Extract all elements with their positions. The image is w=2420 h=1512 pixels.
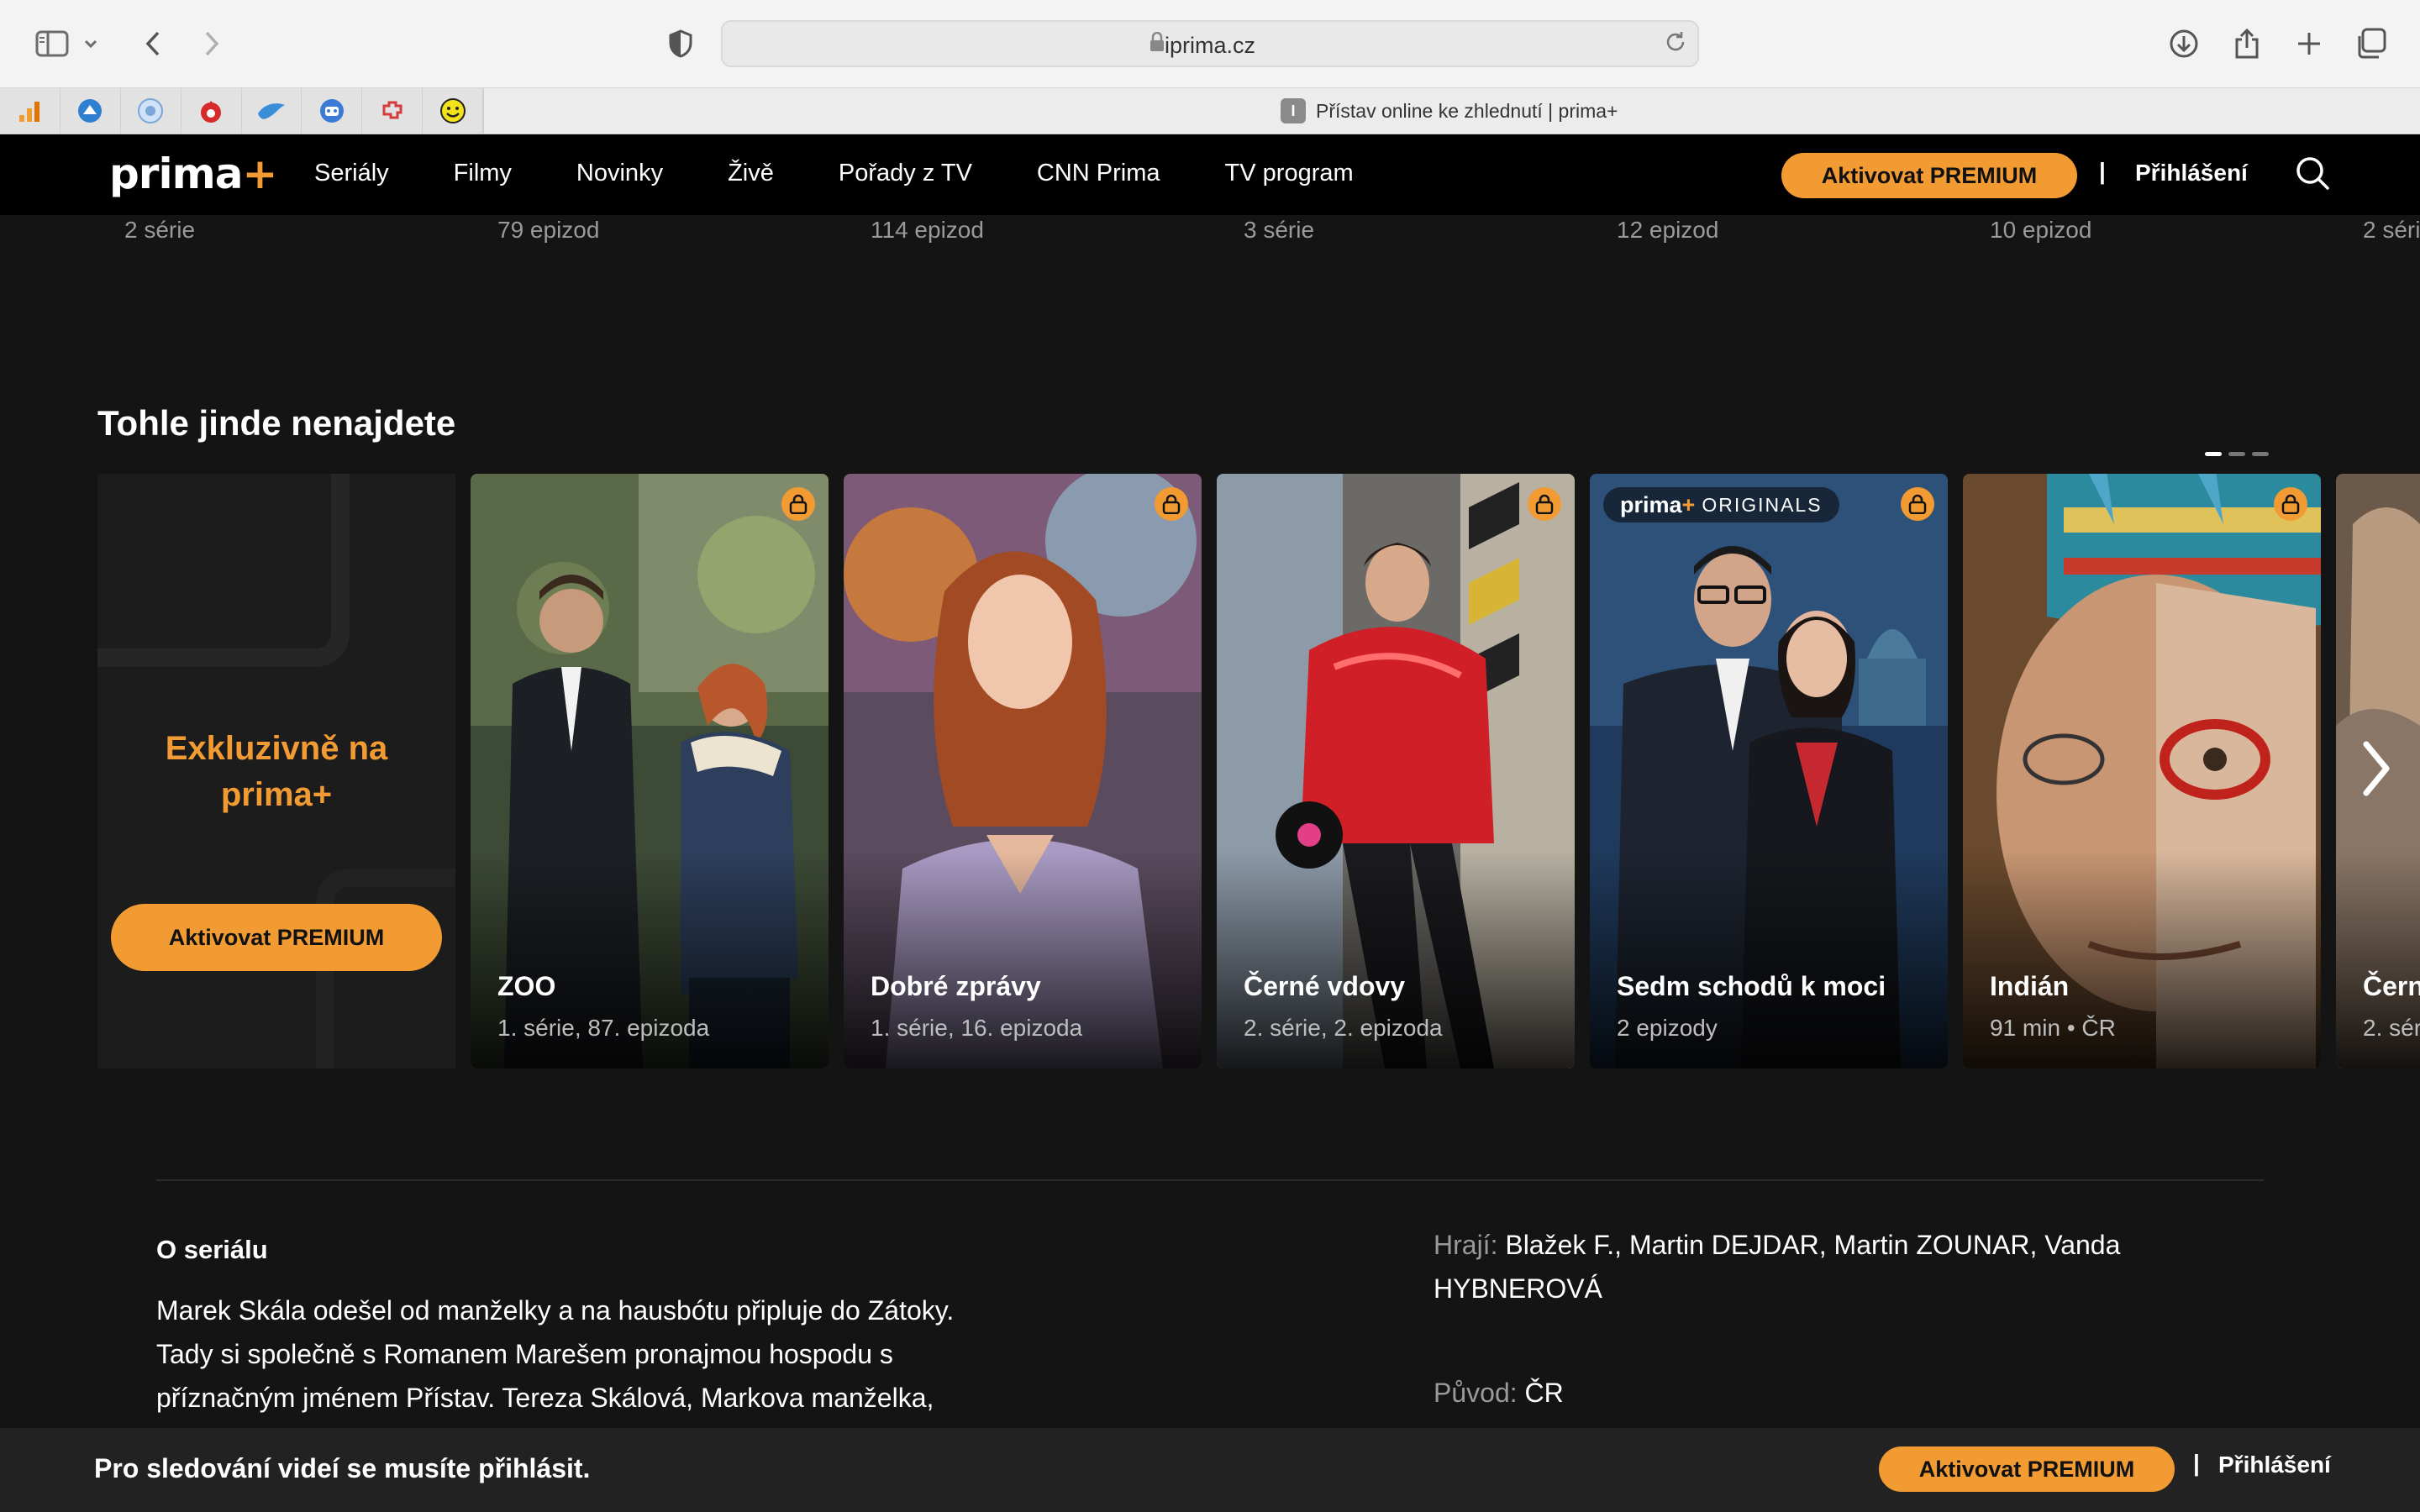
search-icon[interactable] [2294, 155, 2331, 195]
pinned-tab-smiley-icon[interactable] [423, 88, 483, 134]
sidebar-toggle-icon[interactable] [30, 22, 74, 66]
pinned-tabs [0, 88, 484, 134]
show-card-sedm-schodu-k-moci[interactable]: prima+ ORIGINALS Sedm schodů k moci 2 ep… [1590, 474, 1948, 1068]
origin-value: ČR [1524, 1378, 1564, 1408]
lock-icon [1155, 487, 1188, 521]
about-description: Marek Skála odešel od manželky a na haus… [156, 1295, 955, 1413]
tab-favicon: I [1281, 98, 1306, 123]
forward-icon[interactable] [190, 22, 234, 66]
show-card-indian[interactable]: Indián 91 min • ČR [1963, 474, 2321, 1068]
cast-label: Hrají: [1434, 1230, 1498, 1260]
originals-label: ORIGINALS [1702, 493, 1823, 516]
card-meta: 1. série, 16. epizoda [871, 1015, 1083, 1041]
nav-cnn-prima[interactable]: CNN Prima [1037, 160, 1160, 187]
episode-count: 79 epizod [497, 217, 600, 243]
carousel-pagination [2205, 452, 2269, 456]
lock-icon [1901, 487, 1934, 521]
about-heading: O seriálu [156, 1235, 268, 1264]
episode-count: 12 epizod [1617, 217, 1719, 243]
url-text: iprima.cz [1164, 33, 1255, 58]
reload-icon[interactable] [1664, 30, 1687, 57]
nav-porady-z-tv[interactable]: Pořady z TV [839, 160, 972, 187]
header-login-link[interactable]: Přihlášení [2135, 160, 2248, 186]
header-separator: | [2099, 158, 2106, 184]
episode-count: 2 série [124, 217, 196, 243]
prima-plus-logo[interactable]: prima+ [109, 150, 277, 198]
section-divider [156, 1179, 2264, 1181]
tab-title: Přístav online ke zhlednutí | prima+ [1316, 99, 1618, 122]
episode-count: 10 epizod [1990, 217, 2092, 243]
cast-info: Hrají: Blažek F., Martin DEJDAR, Martin … [1434, 1223, 2207, 1310]
share-icon[interactable] [2225, 22, 2269, 66]
new-tab-icon[interactable] [2287, 22, 2331, 66]
originals-badge: prima+ ORIGINALS [1603, 487, 1839, 522]
pinned-tab-puzzle-icon[interactable] [362, 88, 424, 134]
main-nav: Seriály Filmy Novinky Živě Pořady z TV C… [314, 160, 1418, 187]
lock-icon [1528, 487, 1561, 521]
nav-serialy[interactable]: Seriály [314, 160, 389, 187]
nav-filmy[interactable]: Filmy [454, 160, 512, 187]
pagination-dot[interactable] [2252, 452, 2269, 456]
pagination-dot[interactable] [2228, 452, 2245, 456]
episode-count: 3 série [1244, 217, 1315, 243]
promo-activate-premium-button[interactable]: Aktivovat PREMIUM [111, 904, 442, 971]
site-header: prima+ Seriály Filmy Novinky Živě Pořady… [0, 134, 2420, 215]
lock-icon [2274, 487, 2307, 521]
login-prompt-message: Pro sledování videí se musíte přihlásit. [94, 1453, 591, 1483]
origin-label: Původ: [1434, 1378, 1518, 1408]
lock-icon [781, 487, 815, 521]
cast-value: Blažek F., Martin DEJDAR, Martin ZOUNAR,… [1434, 1230, 2121, 1304]
exclusive-promo-tile: Exkluzivně na prima+ Aktivovat PREMIUM [97, 474, 455, 1068]
card-meta: 2 epizody [1617, 1015, 1718, 1041]
section-title: Tohle jinde nenajdete [97, 403, 456, 443]
bottom-login-link[interactable]: Přihlášení [2218, 1452, 2331, 1478]
active-tab[interactable]: I Přístav online ke zhlednutí | prima+ [1281, 98, 1618, 123]
show-card-dobre-zpravy[interactable]: Dobré zprávy 1. série, 16. epizoda [844, 474, 1202, 1068]
card-title: Černé vdovy [1244, 971, 1406, 1001]
card-title: Dobré zprávy [871, 971, 1041, 1001]
promo-decoration [97, 474, 350, 667]
back-icon[interactable] [131, 22, 175, 66]
episode-count-row: 2 série 79 epizod 114 epizod 3 série 12 … [0, 217, 2420, 250]
card-meta: 2. sér [2363, 1015, 2420, 1041]
download-icon[interactable] [2162, 22, 2206, 66]
carousel-next-icon[interactable] [2360, 739, 2393, 801]
origin-info: Původ: ČR [1434, 1371, 2207, 1415]
pinned-tab-red-flame-icon[interactable] [182, 88, 242, 134]
pagination-dot[interactable] [2205, 452, 2222, 456]
pinned-tab-blue-circle-icon[interactable] [60, 88, 121, 134]
bottom-separator: | [2193, 1450, 2200, 1476]
login-prompt-bar: Pro sledování videí se musíte přihlásit.… [0, 1428, 2420, 1512]
card-title: Čern [2363, 971, 2420, 1001]
card-title: ZOO [497, 971, 556, 1001]
tab-bar: I Přístav online ke zhlednutí | prima+ [0, 87, 2420, 134]
show-card-zoo[interactable]: ZOO 1. série, 87. epizoda [471, 474, 829, 1068]
card-meta: 2. série, 2. epizoda [1244, 1015, 1443, 1041]
browser-chrome: iprima.cz I Přístav online ke zhlednutí … [0, 0, 2420, 134]
card-title: Sedm schodů k moci [1617, 971, 1886, 1001]
episode-count: 2 séri [2363, 217, 2420, 243]
chevron-down-icon[interactable] [76, 22, 106, 66]
nav-tv-program[interactable]: TV program [1225, 160, 1354, 187]
header-activate-premium-button[interactable]: Aktivovat PREMIUM [1781, 153, 2077, 198]
card-meta: 91 min • ČR [1990, 1015, 2116, 1041]
lock-icon [1150, 31, 1165, 55]
privacy-shield-icon[interactable] [659, 22, 702, 66]
card-title: Indián [1990, 971, 2070, 1001]
pinned-tab-analytics-icon[interactable] [0, 88, 60, 134]
nav-zive[interactable]: Živě [728, 160, 774, 187]
pinned-tab-robot-icon[interactable] [302, 88, 363, 134]
pinned-tab-gear-badge-icon[interactable] [121, 88, 182, 134]
card-meta: 1. série, 87. epizoda [497, 1015, 710, 1041]
promo-text: Exkluzivně na prima+ [165, 730, 388, 813]
browser-toolbar: iprima.cz [0, 0, 2420, 87]
pinned-tab-bird-icon[interactable] [242, 88, 302, 134]
originals-logo: prima+ [1620, 491, 1696, 517]
episode-count: 114 epizod [871, 217, 984, 243]
nav-novinky[interactable]: Novinky [576, 160, 663, 187]
address-bar[interactable]: iprima.cz [721, 20, 1699, 67]
bottom-activate-premium-button[interactable]: Aktivovat PREMIUM [1879, 1446, 2175, 1492]
show-card-cerne-vdovy[interactable]: Černé vdovy 2. série, 2. epizoda [1217, 474, 1575, 1068]
tab-overview-icon[interactable] [2349, 22, 2393, 66]
